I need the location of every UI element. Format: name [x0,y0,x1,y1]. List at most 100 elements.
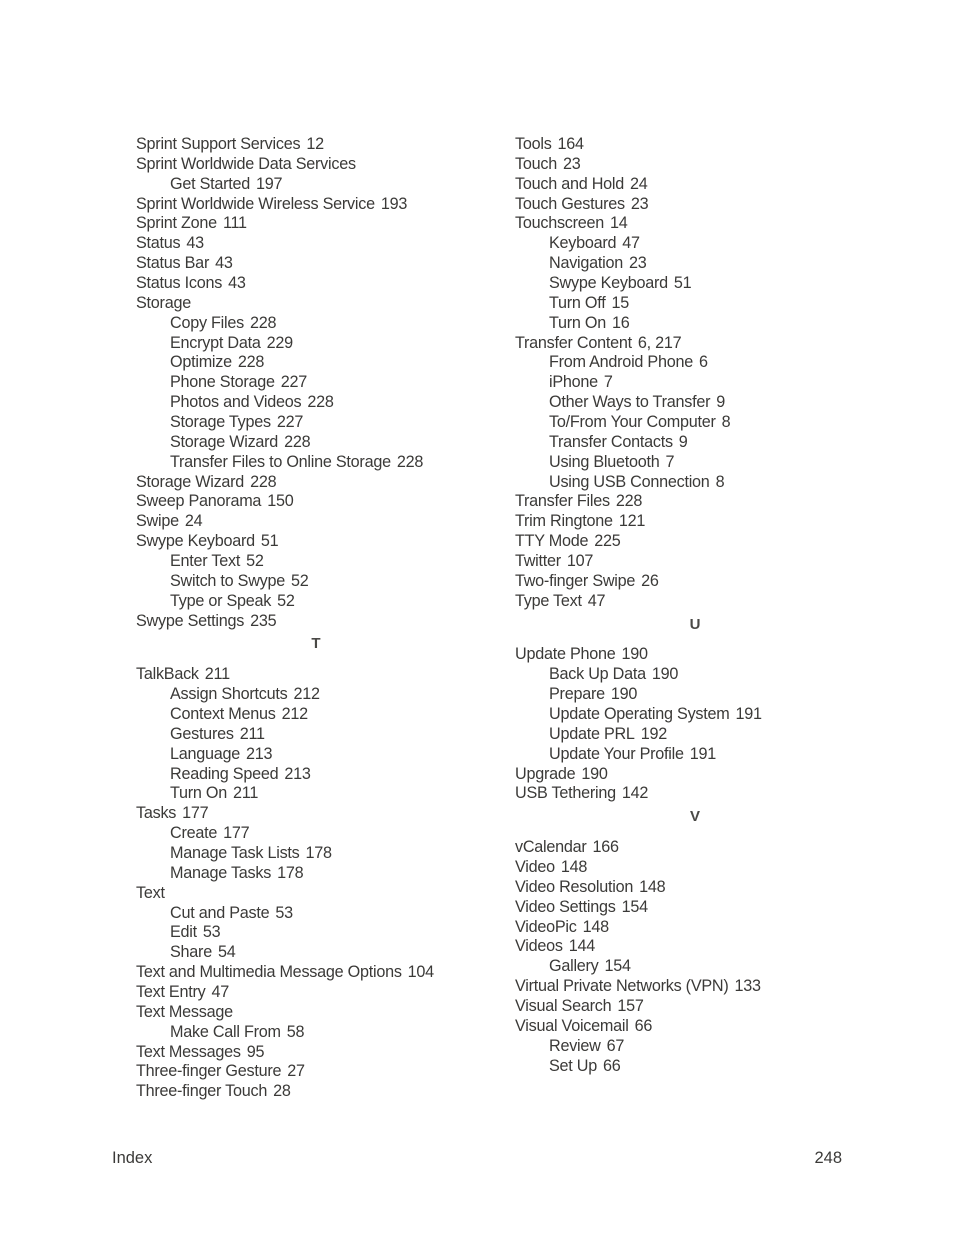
index-term: Status [136,234,181,253]
page-reference: 51 [260,532,279,551]
index-term: Visual Search [515,996,612,1015]
page-reference: 211 [233,784,259,803]
index-subentry: Back Up Data 190 [515,665,875,685]
index-term: Storage Wizard [136,472,245,491]
index-term: Share [170,943,212,962]
index-term: USB Tethering [515,784,616,803]
index-entry: Sprint Zone 111 [136,214,496,234]
page-reference: 228 [307,393,334,412]
index-term: From Android Phone [549,353,693,372]
page-reference: 166 [592,838,620,857]
page-reference: 148 [582,917,610,936]
index-subentry: Review 67 [515,1037,875,1057]
page-reference: 190 [581,764,608,783]
index-subentry: Language 213 [136,745,496,765]
index-term: Type Text [515,591,582,610]
index-subentry: Using USB Connection 8 [515,473,875,493]
index-term: Update Operating System [549,705,730,723]
index-subentry: Switch to Swype 52 [136,572,496,592]
index-entry: Tasks 177 [136,804,496,824]
index-term: Switch to Swype [170,571,286,590]
page-reference: 133 [734,977,762,996]
index-entry: Transfer Files 228 [515,492,875,512]
page-reference: 121 [618,512,646,531]
letter-heading: V [689,808,700,826]
page-reference: 228 [615,492,643,511]
page-reference: 211 [239,724,265,743]
page-reference: 148 [560,857,588,876]
index-entry: VideoPic 148 [515,918,875,938]
page-reference: 9 [716,393,725,412]
index-term: Storage Wizard [170,432,279,451]
index-term: Two-finger Swipe [515,571,636,590]
page-reference: 7 [665,452,675,471]
page-reference: 12 [306,135,324,153]
index-term: Review [549,1036,601,1055]
index-subentry: Gallery 154 [515,957,875,977]
footer-page-number: 248 [814,1149,842,1167]
index-entry: Touch 23 [515,155,875,175]
index-term: Trim Ringtone [515,512,613,531]
page-reference: 227 [276,413,304,432]
page-reference: 26 [641,571,659,590]
index-term: Sprint Zone [136,214,217,233]
page-reference: 228 [237,353,265,372]
index-entry: Text Message [136,1003,496,1023]
page-reference: 23 [629,254,647,273]
index-term: Update Phone [515,645,616,664]
index-entry: Three-finger Touch 28 [136,1082,496,1102]
page-reference: 235 [250,611,277,630]
page-reference: 177 [223,824,250,843]
page-reference: 43 [186,234,204,253]
page-reference: 43 [215,254,233,273]
index-term: Edit [170,923,197,942]
index-term: Three-finger Touch [136,1082,268,1101]
index-term: Transfer Files to Online Storage [170,452,391,471]
index-term: TalkBack [136,665,199,684]
page-reference: 191 [689,744,717,763]
index-entry: Sweep Panorama 150 [136,492,496,512]
page-reference: 52 [277,591,295,610]
page-reference: 213 [284,764,311,783]
index-term: Back Up Data [549,665,646,684]
index-entry: Tools 164 [515,135,875,155]
index-entry: Swipe 24 [136,512,496,532]
index-subentry: iPhone 7 [515,373,875,393]
index-term: Set Up [549,1056,597,1075]
index-term: Prepare [549,685,605,704]
index-term: Using USB Connection [549,472,710,491]
index-subentry: Type or Speak 52 [136,592,496,612]
index-term: Manage Task Lists [170,844,300,863]
page-reference: 23 [562,154,581,173]
index-term: Turn On [549,313,607,332]
page-reference: 177 [182,804,209,823]
page-reference: 142 [621,784,649,803]
page-reference: 229 [266,333,294,352]
index-term: Sprint Worldwide Data Services [136,154,356,173]
index-entry: Video Settings 154 [515,898,875,918]
index-term: Swipe [136,512,179,531]
footer-section-title: Index [112,1149,153,1167]
index-term: Text Message [136,1002,233,1021]
page-reference: 54 [217,943,236,962]
index-subentry: From Android Phone 6 [515,353,875,373]
index-term: TTY Mode [515,532,589,551]
page-reference: 150 [267,492,294,511]
page-reference: 6 [698,353,708,372]
index-entry: vCalendar 166 [515,838,875,858]
page-reference: 192 [640,724,668,743]
index-term: Using Bluetooth [549,452,660,471]
index-subentry: Turn On 211 [136,784,496,804]
index-entry: Update Phone 190 [515,645,875,665]
index-term: Get Started [170,174,251,193]
page-reference: 148 [639,877,666,896]
index-term: Optimize [170,353,232,372]
page-reference: 157 [617,996,644,1015]
page-reference: 111 [222,214,247,233]
index-entry: Video Resolution 148 [515,878,875,898]
page-reference: 23 [630,194,649,213]
index-column-right: Tools 164 Touch 23 Touch and Hold 24 Touch Ges… [515,135,875,1076]
index-subentry: Reading Speed 213 [136,765,496,785]
index-subentry: Turn On 16 [515,314,875,334]
index-term: iPhone [549,373,598,392]
